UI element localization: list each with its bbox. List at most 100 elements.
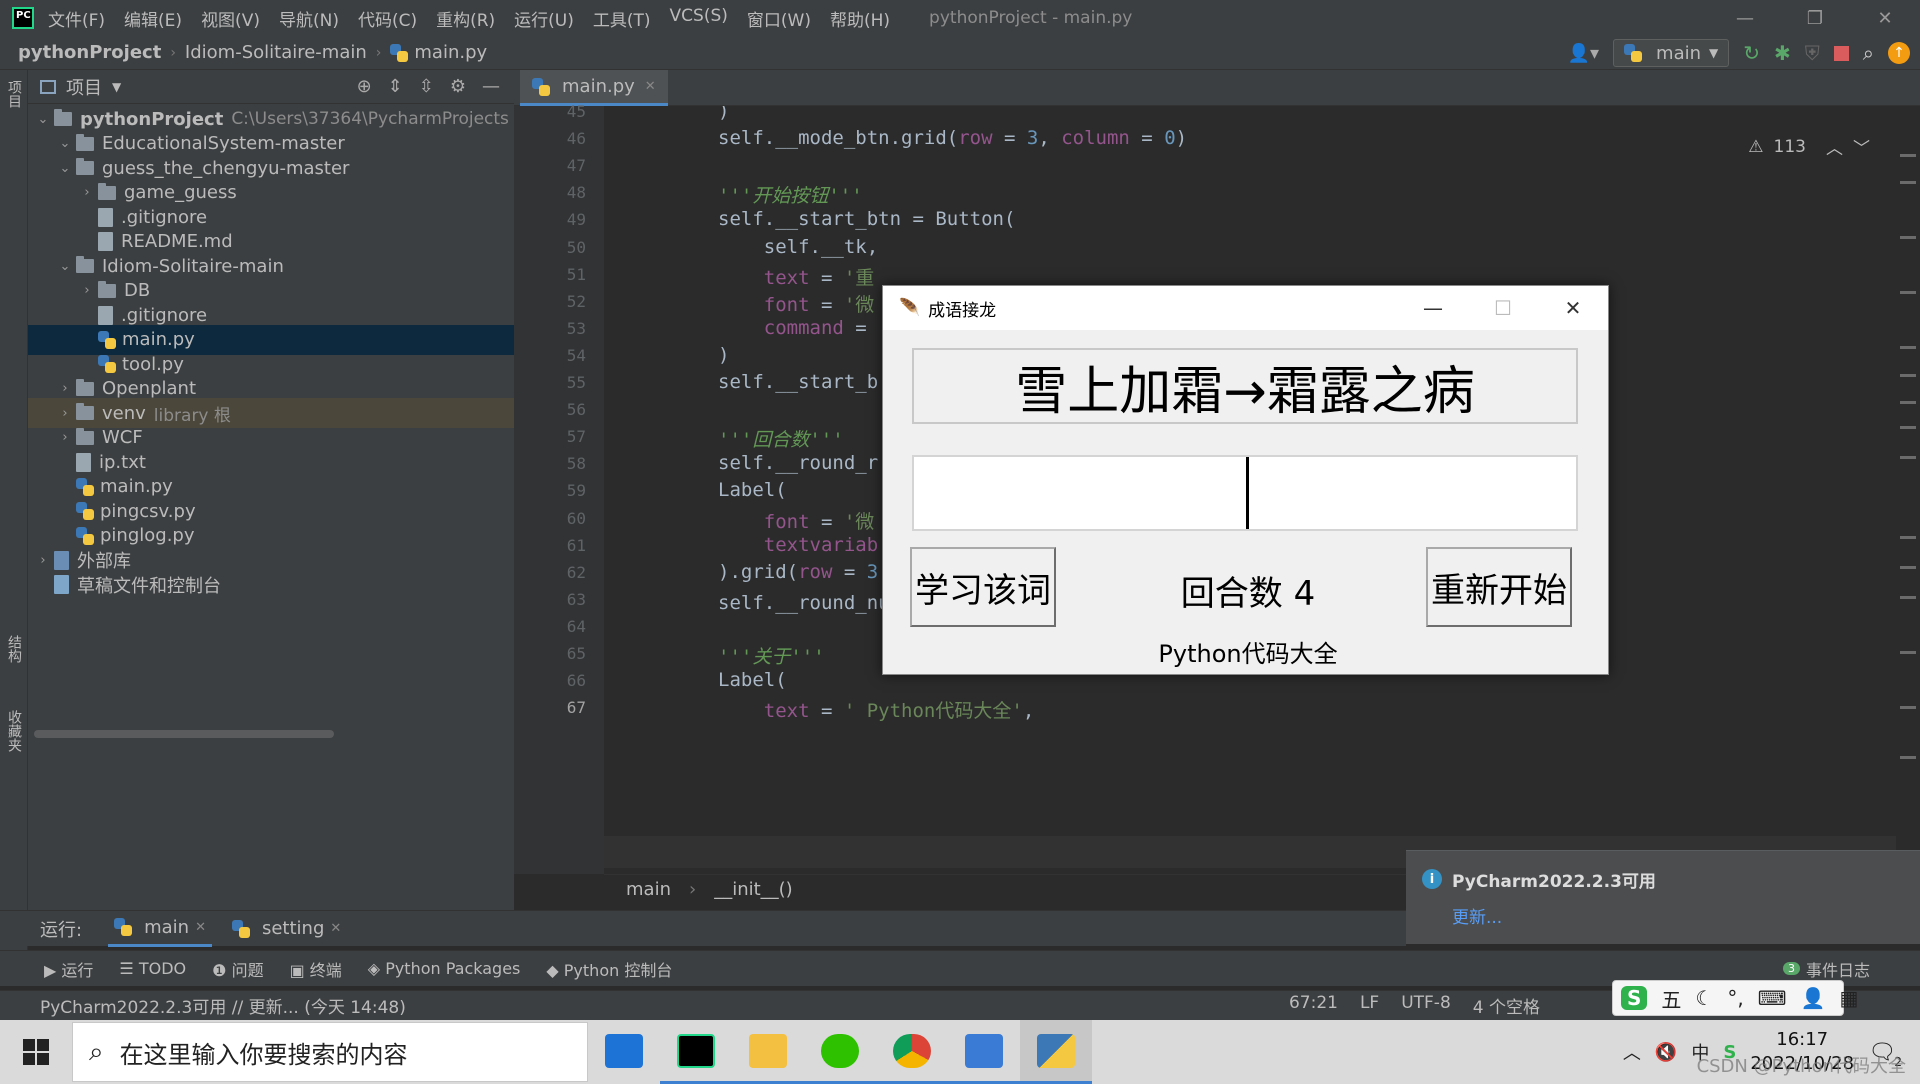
taskbar-wechat[interactable]: [804, 1020, 876, 1084]
stripe-mark[interactable]: [1900, 154, 1916, 157]
stripe-mark[interactable]: [1900, 346, 1916, 349]
project-view-title[interactable]: 项目: [66, 74, 102, 100]
breadcrumb-project[interactable]: pythonProject: [18, 42, 161, 63]
taskbar-search[interactable]: ⌕ 在这里输入你要搜索的内容: [72, 1022, 588, 1082]
status-message[interactable]: PyCharm2022.2.3可用 // 更新... (今天 14:48): [40, 993, 406, 1018]
keyboard-icon[interactable]: ⌨: [1758, 986, 1787, 1010]
menu-item-7[interactable]: 工具(T): [593, 6, 651, 31]
tree-item[interactable]: 草稿文件和控制台: [28, 570, 514, 600]
minimize-icon[interactable]: —: [1710, 0, 1780, 36]
close-icon[interactable]: ✕: [330, 921, 341, 936]
chevron-down-icon[interactable]: ⌄: [54, 259, 76, 274]
project-tool-tab[interactable]: 项目: [4, 80, 24, 108]
restart-button[interactable]: 重新开始: [1426, 547, 1572, 627]
tool-problems[interactable]: ❶ 问题: [212, 957, 263, 981]
menu-item-3[interactable]: 导航(N): [279, 6, 339, 31]
taskbar-archive[interactable]: [948, 1020, 1020, 1084]
chevron-down-icon[interactable]: ﹀: [1853, 134, 1870, 159]
punctuation-icon[interactable]: °,: [1727, 986, 1743, 1010]
idiom-input[interactable]: [912, 455, 1578, 531]
tool-run[interactable]: ▶ 运行: [44, 957, 93, 981]
chevron-up-icon[interactable]: ︿: [1826, 134, 1843, 159]
close-icon[interactable]: ✕: [1538, 286, 1608, 330]
stripe-mark[interactable]: [1900, 566, 1916, 569]
tool-todo[interactable]: ☰ TODO: [119, 959, 186, 978]
line-separator[interactable]: LF: [1360, 993, 1379, 1018]
menu-item-4[interactable]: 代码(C): [358, 6, 417, 31]
taskbar-python[interactable]: [1020, 1020, 1092, 1084]
restore-icon[interactable]: ❐: [1780, 0, 1850, 36]
minimize-icon[interactable]: —: [1398, 286, 1468, 330]
stop-icon[interactable]: [1833, 45, 1849, 61]
structure-tool-tab[interactable]: 结构: [4, 635, 24, 663]
chevron-down-icon[interactable]: ⌄: [54, 161, 76, 176]
menu-item-0[interactable]: 文件(F): [48, 6, 105, 31]
breadcrumb-folder[interactable]: Idiom-Solitaire-main: [185, 42, 367, 63]
stripe-mark[interactable]: [1900, 536, 1916, 539]
chevron-down-icon[interactable]: ⌄: [54, 136, 76, 151]
menu-item-6[interactable]: 运行(U): [514, 6, 574, 31]
ime-toolbar[interactable]: S 五 ☾ °, ⌨ 👤 ▦: [1612, 980, 1858, 1016]
breadcrumb-file[interactable]: main.py: [414, 42, 487, 63]
chevron-right-icon[interactable]: ›: [76, 283, 98, 298]
tab-main-py[interactable]: main.py ✕: [520, 70, 668, 106]
run-tab-setting[interactable]: setting ✕: [231, 918, 341, 939]
inspection-widget[interactable]: ⚠ 113 ︿ ﹀: [1748, 134, 1870, 160]
run-tab-main[interactable]: main ✕: [108, 911, 212, 947]
update-link[interactable]: 更新...: [1452, 903, 1502, 928]
chevron-right-icon[interactable]: ›: [76, 185, 98, 200]
chevron-right-icon[interactable]: ›: [54, 430, 76, 445]
breadcrumb-class[interactable]: main: [626, 879, 671, 900]
menu-item-9[interactable]: 窗口(W): [747, 6, 811, 31]
locate-icon[interactable]: ⊕: [357, 76, 372, 97]
taskbar-chrome[interactable]: [876, 1020, 948, 1084]
tool-terminal[interactable]: ▣ 终端: [290, 957, 342, 981]
grid-icon[interactable]: ▦: [1839, 986, 1858, 1010]
menu-item-10[interactable]: 帮助(H): [830, 6, 890, 31]
stripe-mark[interactable]: [1900, 706, 1916, 709]
user-icon[interactable]: 👤: [1801, 986, 1826, 1010]
gear-icon[interactable]: ⚙: [450, 76, 466, 97]
chevron-right-icon[interactable]: ›: [32, 553, 54, 568]
debug-icon[interactable]: ✱: [1774, 41, 1791, 65]
taskbar-pycharm[interactable]: [660, 1020, 732, 1084]
maximize-icon[interactable]: ☐: [1468, 286, 1538, 330]
stripe-mark[interactable]: [1900, 456, 1916, 459]
event-log[interactable]: 3 事件日志: [1782, 957, 1870, 981]
tool-python-console[interactable]: ◆ Python 控制台: [546, 957, 672, 981]
menu-item-8[interactable]: VCS(S): [670, 6, 728, 31]
bookmarks-tool-tab[interactable]: 收藏夹: [4, 710, 24, 752]
stripe-mark[interactable]: [1900, 291, 1916, 294]
stripe-mark[interactable]: [1900, 651, 1916, 654]
stripe-mark[interactable]: [1900, 181, 1916, 184]
caret-position[interactable]: 67:21: [1289, 993, 1338, 1018]
tool-python-packages[interactable]: ◈ Python Packages: [368, 959, 521, 978]
close-icon[interactable]: ✕: [645, 79, 656, 94]
learn-word-button[interactable]: 学习该词: [910, 547, 1056, 627]
stripe-mark[interactable]: [1900, 756, 1916, 759]
rerun-icon[interactable]: ↻: [1743, 41, 1760, 65]
horizontal-scrollbar[interactable]: [34, 730, 334, 738]
expand-all-icon[interactable]: ⇕: [388, 76, 403, 97]
volume-muted-icon[interactable]: 🔇: [1655, 1042, 1677, 1063]
menu-item-2[interactable]: 视图(V): [201, 6, 260, 31]
stripe-mark[interactable]: [1900, 401, 1916, 404]
file-encoding[interactable]: UTF-8: [1401, 993, 1451, 1018]
coverage-icon[interactable]: ⛨: [1805, 41, 1820, 65]
chevron-up-icon[interactable]: ︿: [1623, 1039, 1641, 1065]
run-config-selector[interactable]: main ▼: [1613, 39, 1730, 67]
update-notification[interactable]: i PyCharm2022.2.3可用 更新...: [1406, 850, 1920, 944]
stripe-mark[interactable]: [1900, 426, 1916, 429]
chevron-right-icon[interactable]: ›: [54, 381, 76, 396]
collapse-all-icon[interactable]: ⇳: [419, 76, 434, 97]
close-icon[interactable]: ✕: [195, 920, 206, 935]
close-icon[interactable]: ✕: [1850, 0, 1920, 36]
user-icon[interactable]: 👤▾: [1568, 43, 1599, 64]
stripe-mark[interactable]: [1900, 236, 1916, 239]
search-icon[interactable]: ⌕: [1863, 41, 1874, 65]
chevron-right-icon[interactable]: ›: [54, 406, 76, 421]
stripe-mark[interactable]: [1900, 374, 1916, 377]
update-icon[interactable]: ↑: [1888, 42, 1910, 64]
start-button[interactable]: [0, 1020, 72, 1084]
menu-item-1[interactable]: 编辑(E): [124, 6, 182, 31]
